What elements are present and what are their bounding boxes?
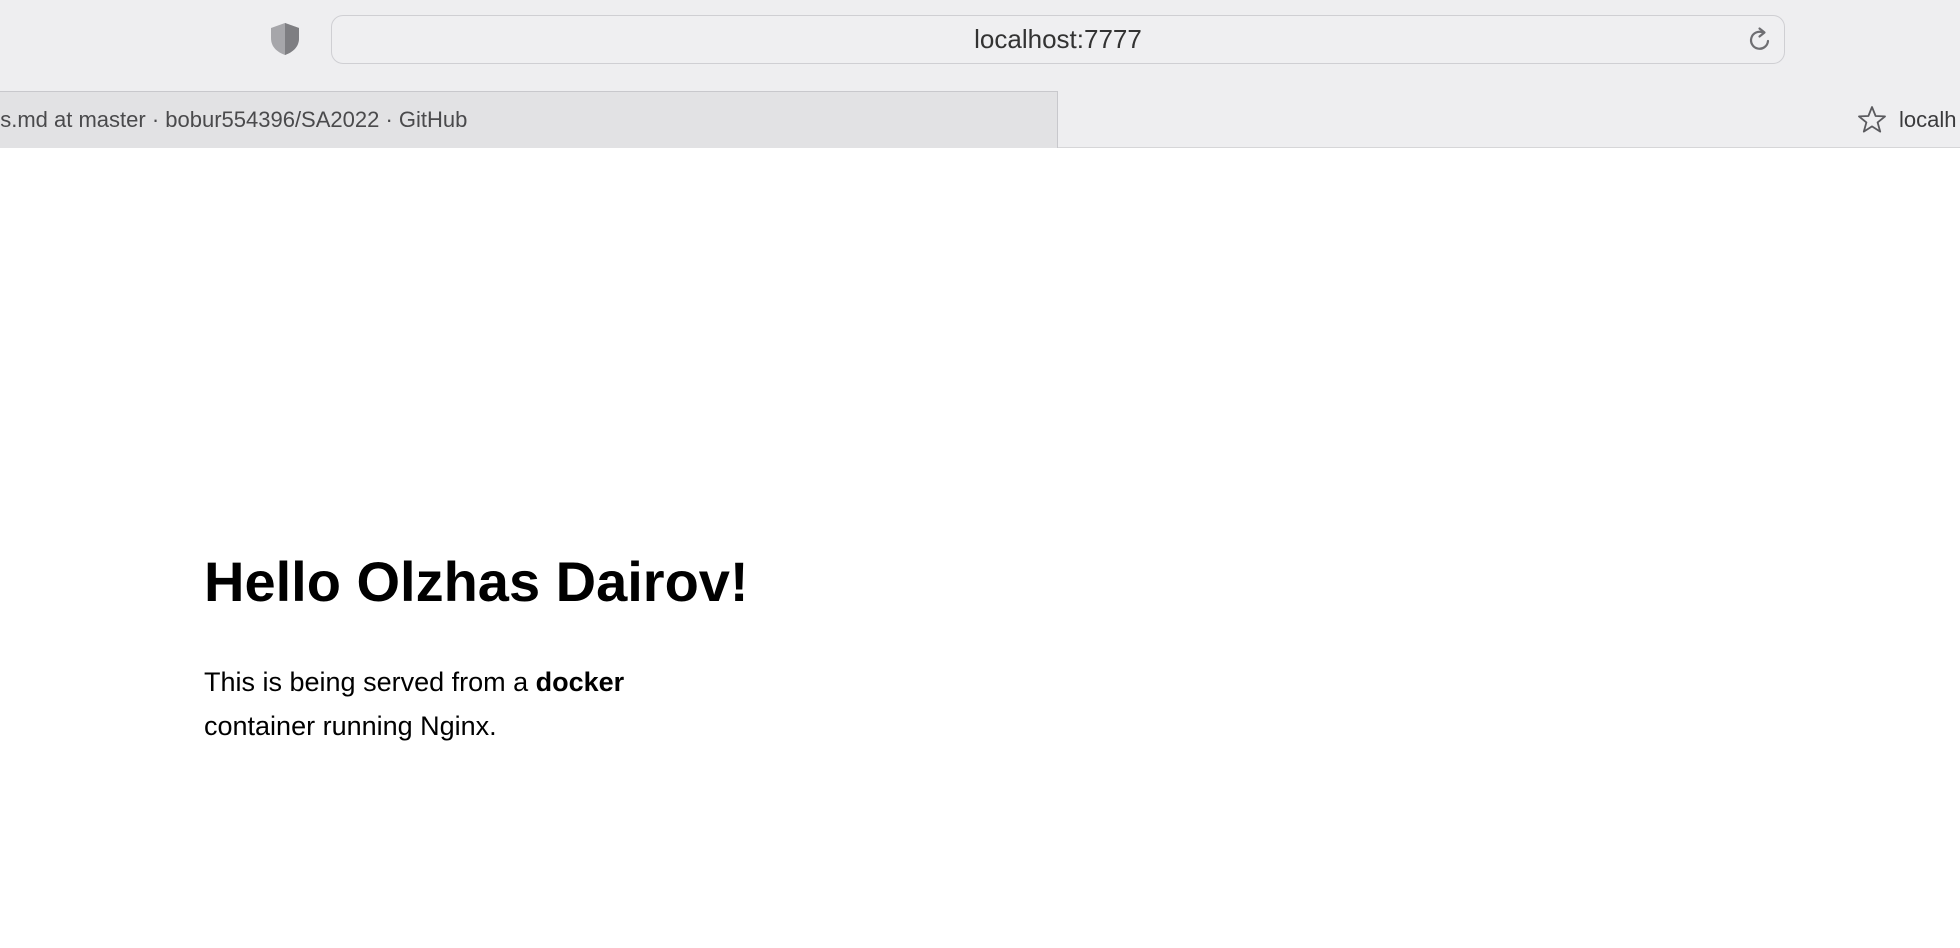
tab-localhost-title[interactable]: localh	[1899, 91, 1956, 148]
address-bar[interactable]: localhost:7777	[331, 15, 1785, 64]
paragraph-text-end: container running Nginx.	[204, 711, 497, 741]
shield-icon[interactable]	[268, 21, 302, 57]
browser-toolbar: localhost:7777 ps.md at master · bobur55…	[0, 0, 1960, 148]
tab-title: ps.md at master · bobur554396/SA2022 · G…	[0, 107, 468, 132]
paragraph-text-start: This is being served from a	[204, 667, 536, 697]
page-heading: Hello Olzhas Dairov!	[204, 550, 749, 613]
address-text[interactable]: localhost:7777	[332, 16, 1784, 63]
paragraph-bold-docker: docker	[535, 667, 625, 697]
reload-icon[interactable]	[1746, 26, 1774, 54]
tab-github[interactable]: ps.md at master · bobur554396/SA2022 · G…	[0, 91, 1058, 148]
star-icon[interactable]	[1856, 104, 1888, 136]
page-paragraph: This is being served from a docker conta…	[204, 660, 724, 748]
